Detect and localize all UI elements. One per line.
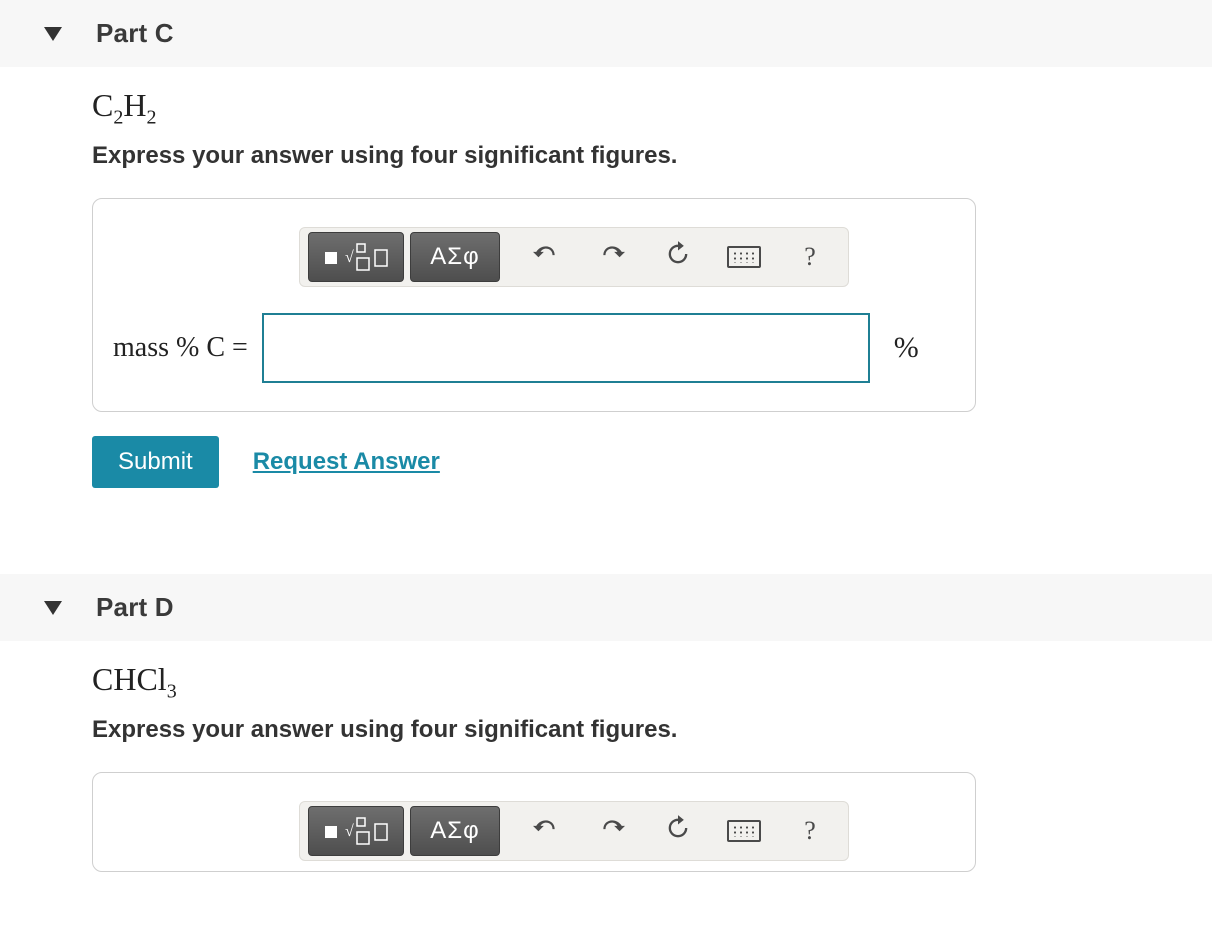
keyboard-button[interactable] <box>714 807 774 855</box>
help-icon: ? <box>804 816 816 846</box>
reset-icon <box>664 240 692 275</box>
redo-button[interactable] <box>582 807 642 855</box>
collapse-icon[interactable] <box>44 27 62 41</box>
reset-button[interactable] <box>648 233 708 281</box>
help-button[interactable]: ? <box>780 233 840 281</box>
part-header[interactable]: Part D <box>0 574 1212 641</box>
greek-label: ΑΣφ <box>430 817 479 845</box>
redo-icon <box>599 241 625 274</box>
greek-letters-button[interactable]: ΑΣφ <box>410 806 500 856</box>
undo-icon <box>533 241 559 274</box>
action-row: Submit Request Answer <box>92 436 1216 488</box>
part-header[interactable]: Part C <box>0 0 1212 67</box>
answer-input[interactable] <box>262 313 870 383</box>
redo-button[interactable] <box>582 233 642 281</box>
instruction-text: Express your answer using four significa… <box>92 716 1216 744</box>
part-d: Part D CHCl3 Express your answer using f… <box>0 574 1216 912</box>
undo-button[interactable] <box>516 807 576 855</box>
collapse-icon[interactable] <box>44 601 62 615</box>
redo-icon <box>599 815 625 848</box>
answer-box: √ ΑΣφ <box>92 772 976 872</box>
greek-label: ΑΣφ <box>430 243 479 271</box>
help-button[interactable]: ? <box>780 807 840 855</box>
svg-text:√: √ <box>345 249 354 266</box>
equation-toolbar: √ ΑΣφ <box>299 801 849 861</box>
chemical-formula: C2H2 <box>92 87 1216 124</box>
reset-icon <box>664 814 692 849</box>
undo-icon <box>533 815 559 848</box>
math-templates-button[interactable]: √ <box>308 232 404 282</box>
help-icon: ? <box>804 242 816 272</box>
part-title: Part C <box>96 18 174 48</box>
keyboard-icon <box>727 246 761 268</box>
unit-label: % <box>894 331 919 365</box>
part-title: Part D <box>96 592 174 622</box>
math-templates-button[interactable]: √ <box>308 806 404 856</box>
input-label: mass % C = <box>113 332 248 364</box>
equation-toolbar: √ ΑΣφ <box>299 227 849 287</box>
part-c: Part C C2H2 Express your answer using fo… <box>0 0 1216 528</box>
svg-text:√: √ <box>345 823 354 840</box>
reset-button[interactable] <box>648 807 708 855</box>
request-answer-link[interactable]: Request Answer <box>253 448 440 476</box>
keyboard-icon <box>727 820 761 842</box>
greek-letters-button[interactable]: ΑΣφ <box>410 232 500 282</box>
instruction-text: Express your answer using four significa… <box>92 142 1216 170</box>
answer-box: √ ΑΣφ <box>92 198 976 412</box>
keyboard-button[interactable] <box>714 233 774 281</box>
part-body: C2H2 Express your answer using four sign… <box>0 67 1216 528</box>
answer-input-row: mass % C = % <box>113 313 951 383</box>
chemical-formula: CHCl3 <box>92 661 1216 698</box>
submit-button[interactable]: Submit <box>92 436 219 488</box>
undo-button[interactable] <box>516 233 576 281</box>
part-body: CHCl3 Express your answer using four sig… <box>0 641 1216 912</box>
